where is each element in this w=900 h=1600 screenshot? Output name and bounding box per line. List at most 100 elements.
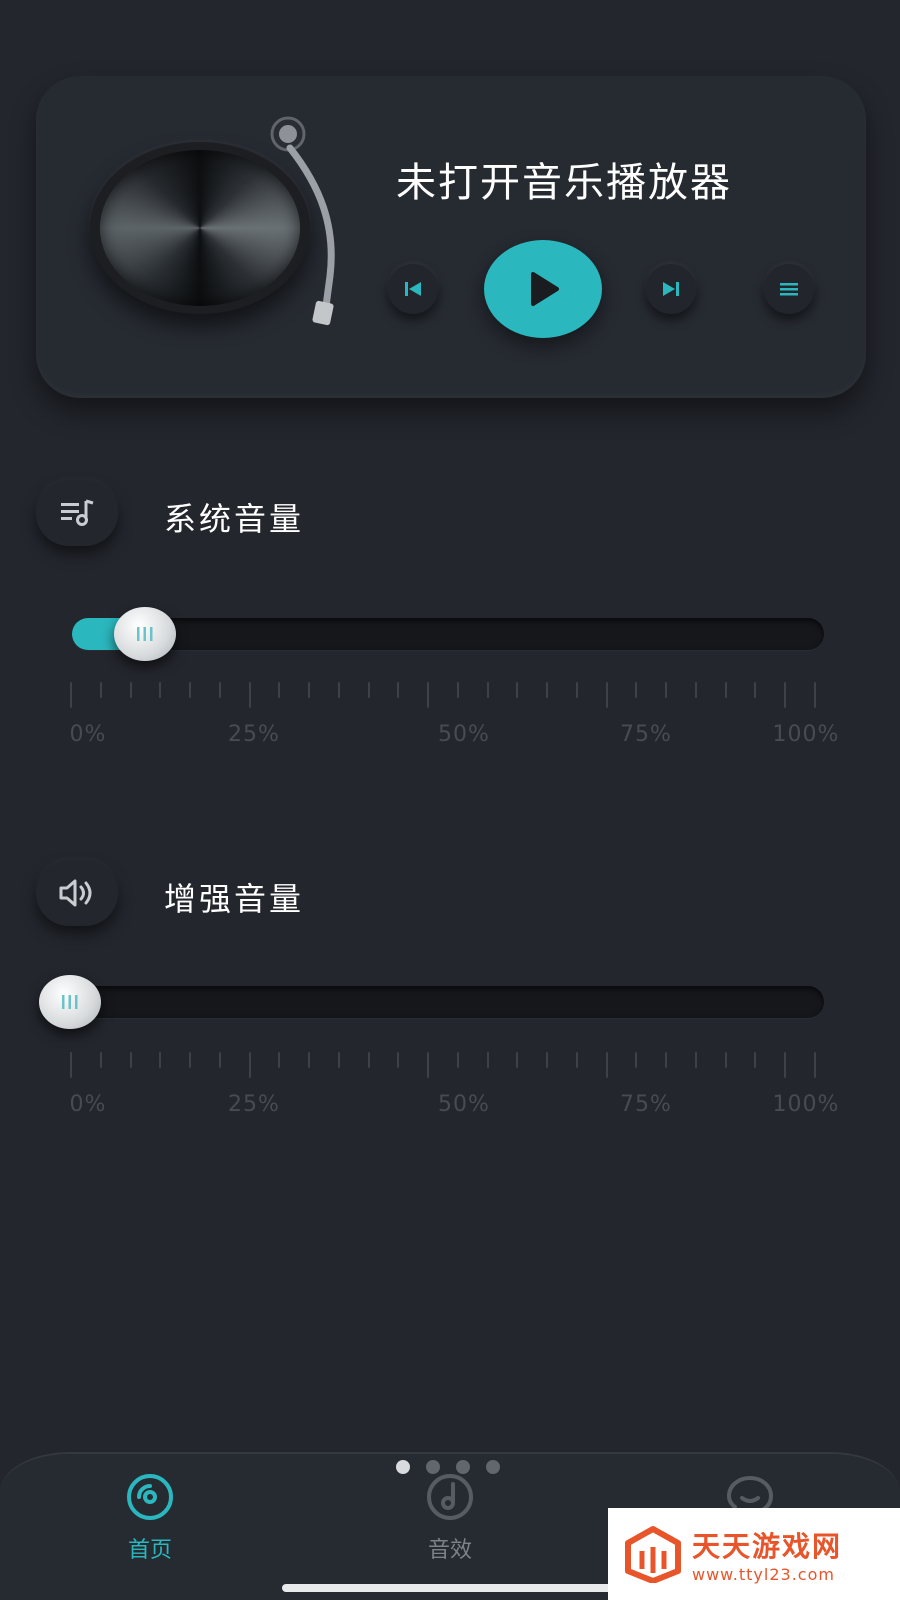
playlist-button[interactable] [764,264,814,314]
scale-label-100: 100% [772,722,840,747]
scale-tick [546,1052,549,1068]
scale-label-0: 0% [69,722,107,747]
scale-tick [308,682,311,698]
boost-volume-knob[interactable] [39,975,101,1029]
scale-tick [724,1052,727,1068]
boost-volume-scale [70,1052,830,1082]
scale-tick [486,682,489,698]
scale-tick [724,682,727,698]
scale-tick [427,1052,430,1078]
scale-tick [575,682,578,698]
scale-tick [397,1052,400,1068]
play-button[interactable] [484,240,602,338]
page-indicator [396,1460,500,1474]
watermark-overlay: 天天游戏网 www.ttyl23.com [608,1508,900,1600]
scale-tick [218,682,221,698]
scale-tick [159,682,162,698]
scale-label-0: 0% [69,1092,107,1117]
home-indicator [282,1584,618,1592]
scale-tick [367,1052,370,1068]
grip-lines-icon [62,995,78,1009]
scale-tick [367,682,370,698]
scale-tick [814,682,816,708]
scale-tick [70,682,72,708]
music-note-icon [427,1474,473,1520]
grip-lines-icon [137,627,153,641]
scale-tick [99,682,102,698]
scale-tick [308,1052,311,1068]
nav-item-home[interactable]: 首页 [90,1472,210,1564]
scale-tick [516,1052,519,1068]
scale-tick [218,1052,221,1068]
next-track-button[interactable] [646,264,696,314]
player-status-title: 未打开音乐播放器 [396,160,732,206]
scale-tick [486,1052,489,1068]
scale-tick [665,682,668,698]
scale-label-100: 100% [772,1092,840,1117]
page-dot[interactable] [396,1460,410,1474]
scale-tick [546,682,549,698]
scale-tick [605,682,608,708]
scale-label-25: 25% [228,722,280,747]
scale-tick [70,1052,72,1078]
scale-tick [278,1052,281,1068]
scale-tick [694,1052,697,1068]
nav-label-home: 首页 [127,1538,172,1563]
play-icon [531,272,559,306]
scale-tick [635,682,638,698]
menu-list-icon [780,283,798,296]
scale-tick [397,682,400,698]
scale-tick [575,1052,578,1068]
scale-tick [159,1052,162,1068]
watermark-title: 天天游戏网 [692,1529,843,1563]
watermark-logo-icon [625,1526,681,1583]
scale-tick [754,682,757,698]
scale-tick [694,682,697,698]
scale-tick [784,1052,787,1078]
scale-label-75: 75% [620,1092,672,1117]
scale-label-75: 75% [620,722,672,747]
watermark-url: www.ttyl23.com [692,1564,835,1584]
scale-tick [248,682,251,708]
scale-tick [784,682,787,708]
scale-tick [754,1052,757,1068]
tonearm-icon [270,116,335,326]
previous-track-button[interactable] [388,264,438,314]
system-volume-label: 系统音量 [164,500,305,538]
scale-label-50: 50% [438,722,490,747]
scale-tick [427,682,430,708]
boost-volume-label: 增强音量 [164,880,305,918]
scale-tick [665,1052,668,1068]
scale-tick [129,682,132,698]
scale-tick [99,1052,102,1068]
music-list-icon [61,499,94,526]
scale-label-50: 50% [438,1092,490,1117]
boost-volume-slider[interactable] [39,975,824,1029]
player-card: 未打开音乐播放器 [36,76,866,398]
nav-label-sound-effects: 音效 [427,1538,472,1563]
scale-tick [605,1052,608,1078]
scale-tick [456,682,459,698]
scale-tick [337,682,340,698]
scale-tick [337,1052,340,1068]
page-dot[interactable] [486,1460,500,1474]
page-dot[interactable] [426,1460,440,1474]
system-volume-slider[interactable] [72,607,824,661]
scale-tick [456,1052,459,1068]
nav-item-sound-effects[interactable]: 音效 [390,1472,510,1564]
system-volume-knob[interactable] [114,607,177,661]
system-volume-scale [70,682,830,712]
scale-tick [814,1052,816,1078]
page-dot[interactable] [456,1460,470,1474]
scale-label-25: 25% [228,1092,280,1117]
scale-tick [635,1052,638,1068]
boost-volume-icon-button [36,860,118,926]
disc-icon [127,1474,173,1520]
system-volume-icon-button [36,480,118,546]
scale-tick [278,682,281,698]
scale-tick [189,682,192,698]
scale-tick [516,682,519,698]
skip-next-icon [663,282,679,296]
skip-previous-icon [405,282,421,296]
scale-tick [189,1052,192,1068]
